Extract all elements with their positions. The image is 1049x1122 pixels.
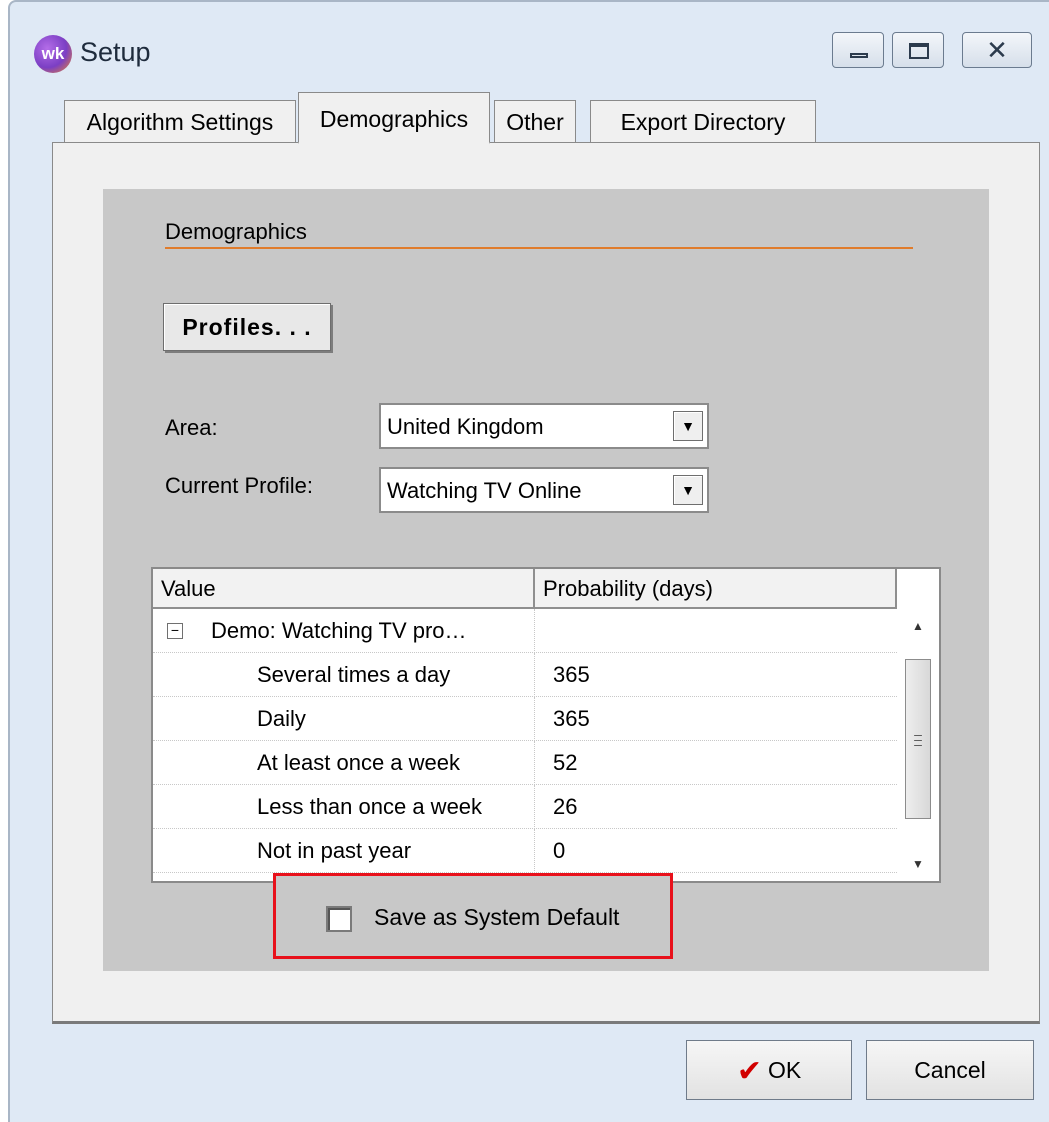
tab-demographics[interactable]: Demographics xyxy=(298,92,490,144)
scroll-up-icon[interactable]: ▲ xyxy=(897,609,939,643)
profiles-button[interactable]: Profiles. . . xyxy=(163,303,331,351)
column-header-value[interactable]: Value xyxy=(153,569,535,609)
area-select[interactable]: United Kingdom ▼ xyxy=(379,403,709,449)
cancel-button[interactable]: Cancel xyxy=(866,1040,1034,1100)
table-row[interactable]: Less than once a week 26 xyxy=(153,785,897,829)
minimize-icon xyxy=(850,53,868,58)
current-profile-label: Current Profile: xyxy=(165,473,313,498)
probability-cell[interactable]: 0 xyxy=(535,829,897,873)
ok-label: OK xyxy=(767,1057,802,1083)
close-button[interactable]: ✕ xyxy=(962,32,1032,68)
current-profile-select-value: Watching TV Online xyxy=(387,478,582,503)
ok-button[interactable]: ✔ OK xyxy=(686,1040,852,1100)
table-row[interactable]: Not in past year 0 xyxy=(153,829,897,873)
table-row[interactable]: At least once a week 52 xyxy=(153,741,897,785)
group-label: Demo: Watching TV pro… xyxy=(211,618,467,643)
value-cell: Several times a day xyxy=(153,653,535,697)
tab-export-directory[interactable]: Export Directory xyxy=(590,100,816,142)
tab-other[interactable]: Other xyxy=(494,100,576,142)
probability-cell[interactable]: 365 xyxy=(535,697,897,741)
collapse-icon[interactable]: − xyxy=(167,623,183,639)
grid-scrollbar[interactable]: ▲ – – – ▼ xyxy=(897,609,939,881)
save-default-label[interactable]: Save as System Default xyxy=(374,904,619,931)
value-cell: Not in past year xyxy=(153,829,535,873)
scroll-down-icon[interactable]: ▼ xyxy=(897,847,939,881)
window-title: Setup xyxy=(80,37,151,67)
scroll-thumb[interactable]: – – – xyxy=(905,659,931,819)
table-row[interactable]: Several times a day 365 xyxy=(153,653,897,697)
demographics-group: Demographics Profiles. . . Area: United … xyxy=(103,189,989,971)
group-cell: − Demo: Watching TV pro… xyxy=(153,609,535,653)
title-bar[interactable]: wk Setup ✕ xyxy=(10,2,1049,92)
section-title: Demographics xyxy=(165,219,307,244)
group-row[interactable]: − Demo: Watching TV pro… xyxy=(153,609,897,653)
value-cell: Less than once a week xyxy=(153,785,535,829)
area-label: Area: xyxy=(165,415,218,440)
group-probability-cell xyxy=(535,609,897,653)
demographics-panel: Demographics Profiles. . . Area: United … xyxy=(52,142,1040,1024)
probability-cell[interactable]: 26 xyxy=(535,785,897,829)
save-default-checkbox[interactable] xyxy=(326,906,352,932)
probability-grid[interactable]: Value Probability (days) − Demo: Watchin… xyxy=(151,567,941,883)
close-icon: ✕ xyxy=(986,35,1008,65)
column-header-probability[interactable]: Probability (days) xyxy=(535,569,897,609)
value-cell: Daily xyxy=(153,697,535,741)
save-default-highlight: Save as System Default xyxy=(273,873,673,959)
table-row[interactable]: Daily 365 xyxy=(153,697,897,741)
checkmark-icon: ✔ xyxy=(736,1055,762,1088)
probability-cell[interactable]: 52 xyxy=(535,741,897,785)
app-logo-icon: wk xyxy=(34,35,72,73)
chevron-down-icon[interactable]: ▼ xyxy=(673,411,703,441)
current-profile-select[interactable]: Watching TV Online ▼ xyxy=(379,467,709,513)
setup-window: wk Setup ✕ Algorithm Settings Demographi… xyxy=(8,0,1049,1122)
grip-icon: – – – xyxy=(914,726,922,752)
probability-cell[interactable]: 365 xyxy=(535,653,897,697)
minimize-button[interactable] xyxy=(832,32,884,68)
chevron-down-icon[interactable]: ▼ xyxy=(673,475,703,505)
tab-algorithm-settings[interactable]: Algorithm Settings xyxy=(64,100,296,142)
maximize-button[interactable] xyxy=(892,32,944,68)
section-divider xyxy=(165,247,913,249)
grid-header: Value Probability (days) xyxy=(153,569,897,609)
value-cell: At least once a week xyxy=(153,741,535,785)
maximize-icon xyxy=(909,43,929,59)
area-select-value: United Kingdom xyxy=(387,414,544,439)
